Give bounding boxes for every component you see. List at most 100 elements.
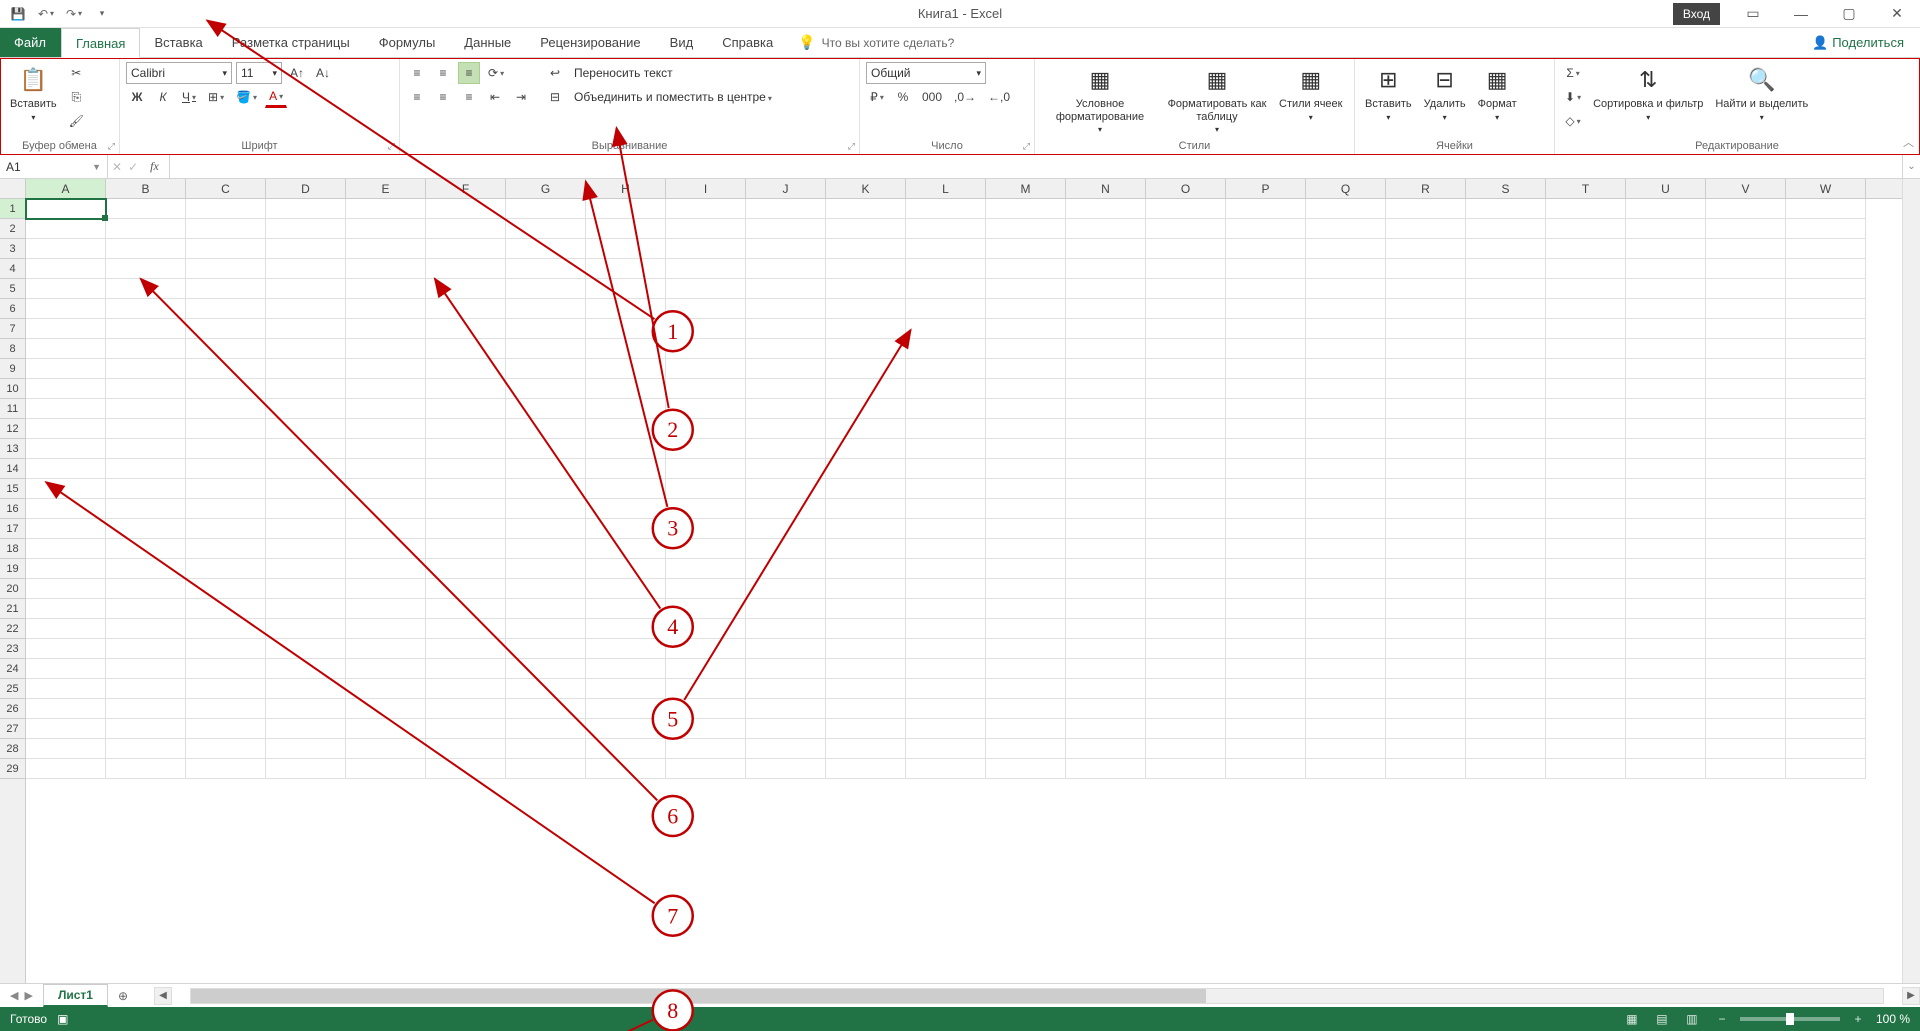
cell[interactable]	[1466, 719, 1546, 739]
cell[interactable]	[1146, 659, 1226, 679]
number-format-select[interactable]: Общий▾	[866, 62, 986, 84]
cell[interactable]	[106, 399, 186, 419]
cell[interactable]	[986, 499, 1066, 519]
row-header-25[interactable]: 25	[0, 679, 25, 699]
cell[interactable]	[746, 459, 826, 479]
cell[interactable]	[1706, 459, 1786, 479]
cell[interactable]	[186, 599, 266, 619]
cell[interactable]	[1386, 339, 1466, 359]
redo-icon[interactable]: ↷	[64, 4, 84, 24]
cell[interactable]	[826, 459, 906, 479]
cell[interactable]	[746, 299, 826, 319]
col-header-K[interactable]: K	[826, 179, 906, 198]
cell[interactable]	[1706, 319, 1786, 339]
cell[interactable]	[1386, 519, 1466, 539]
cell[interactable]	[666, 219, 746, 239]
cell[interactable]	[1386, 599, 1466, 619]
qat-customize-icon[interactable]: ▾	[92, 4, 112, 24]
row-header-23[interactable]: 23	[0, 639, 25, 659]
cell[interactable]	[1146, 699, 1226, 719]
cell[interactable]	[1626, 399, 1706, 419]
cell[interactable]	[26, 619, 106, 639]
cell[interactable]	[1226, 339, 1306, 359]
cell[interactable]	[426, 259, 506, 279]
cell[interactable]	[826, 619, 906, 639]
cell[interactable]	[986, 439, 1066, 459]
cell[interactable]	[1146, 419, 1226, 439]
currency-icon[interactable]: ₽	[866, 86, 888, 108]
cell[interactable]	[1626, 239, 1706, 259]
cell[interactable]	[186, 399, 266, 419]
cell[interactable]	[1306, 199, 1386, 219]
cell[interactable]	[106, 499, 186, 519]
cell[interactable]	[1066, 439, 1146, 459]
cell[interactable]	[1466, 259, 1546, 279]
merge-center-label[interactable]: Объединить и поместить в центре	[570, 90, 776, 104]
cell[interactable]	[1146, 639, 1226, 659]
cell[interactable]	[986, 599, 1066, 619]
cell[interactable]	[986, 719, 1066, 739]
cell[interactable]	[1626, 679, 1706, 699]
cell[interactable]	[1466, 219, 1546, 239]
cell[interactable]	[1626, 719, 1706, 739]
cell[interactable]	[906, 499, 986, 519]
cell[interactable]	[586, 219, 666, 239]
cell[interactable]	[186, 219, 266, 239]
cell[interactable]	[746, 659, 826, 679]
cell[interactable]	[426, 739, 506, 759]
dialog-launcher-icon[interactable]: ⤢	[108, 141, 115, 152]
cell[interactable]	[1066, 359, 1146, 379]
cell[interactable]	[1706, 419, 1786, 439]
cell[interactable]	[1386, 739, 1466, 759]
cell[interactable]	[186, 239, 266, 259]
cell[interactable]	[26, 639, 106, 659]
cell[interactable]	[746, 439, 826, 459]
cell[interactable]	[1466, 459, 1546, 479]
cell[interactable]	[1786, 679, 1866, 699]
cell[interactable]	[586, 699, 666, 719]
cell[interactable]	[1786, 259, 1866, 279]
name-box[interactable]: A1 ▼	[0, 155, 108, 178]
cell[interactable]	[426, 639, 506, 659]
cell[interactable]	[1466, 439, 1546, 459]
col-header-R[interactable]: R	[1386, 179, 1466, 198]
cell[interactable]	[986, 359, 1066, 379]
cell[interactable]	[746, 759, 826, 779]
cell[interactable]	[1146, 499, 1226, 519]
cell[interactable]	[346, 219, 426, 239]
cell[interactable]	[986, 679, 1066, 699]
cell[interactable]	[186, 619, 266, 639]
cell[interactable]	[1306, 419, 1386, 439]
save-icon[interactable]: 💾	[8, 4, 28, 24]
formula-input[interactable]	[170, 155, 1902, 178]
cell[interactable]	[266, 299, 346, 319]
cell[interactable]	[1146, 679, 1226, 699]
cell[interactable]	[346, 439, 426, 459]
scroll-right-icon[interactable]: ▶	[1902, 987, 1920, 1005]
cell[interactable]	[1306, 279, 1386, 299]
dialog-launcher-icon[interactable]: ⤢	[388, 141, 395, 152]
row-header-21[interactable]: 21	[0, 599, 25, 619]
cell[interactable]	[1706, 399, 1786, 419]
cell[interactable]	[106, 319, 186, 339]
cell[interactable]	[26, 739, 106, 759]
cell[interactable]	[826, 299, 906, 319]
cell[interactable]	[746, 639, 826, 659]
cell[interactable]	[1626, 539, 1706, 559]
merge-icon[interactable]: ⊟	[544, 86, 566, 108]
cell[interactable]	[1706, 279, 1786, 299]
cell[interactable]	[906, 199, 986, 219]
cell[interactable]	[1146, 579, 1226, 599]
cell[interactable]	[1626, 199, 1706, 219]
cell[interactable]	[26, 379, 106, 399]
cell[interactable]	[1706, 439, 1786, 459]
cell[interactable]	[506, 379, 586, 399]
cell[interactable]	[1226, 379, 1306, 399]
cell[interactable]	[1146, 279, 1226, 299]
cell[interactable]	[1546, 239, 1626, 259]
cell[interactable]	[506, 339, 586, 359]
borders-icon[interactable]: ⊞	[204, 86, 228, 108]
cell[interactable]	[826, 599, 906, 619]
cell[interactable]	[266, 659, 346, 679]
orientation-icon[interactable]: ⟳	[484, 62, 508, 84]
